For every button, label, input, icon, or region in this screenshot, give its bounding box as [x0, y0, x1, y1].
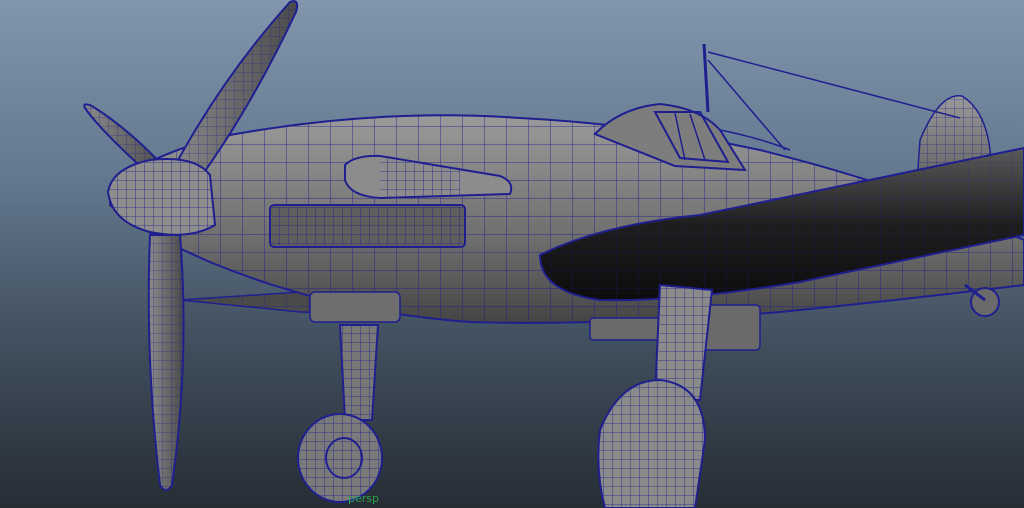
- perspective-viewport[interactable]: persp: [0, 0, 1024, 508]
- left-gear-strut-wire: [340, 325, 378, 420]
- propeller-blade-lower-wire: [148, 235, 184, 490]
- antenna-mast: [702, 43, 710, 113]
- aircraft-model-render[interactable]: [0, 0, 1024, 508]
- camera-name-label: persp: [348, 492, 379, 505]
- left-main-wheel-wire: [298, 414, 382, 502]
- engine-intake-wire: [272, 207, 463, 245]
- left-gear-fairing: [309, 291, 401, 323]
- propeller-spinner-wire: [108, 159, 215, 235]
- right-main-wheel-wire: [598, 380, 705, 508]
- antenna-wire: [707, 51, 961, 119]
